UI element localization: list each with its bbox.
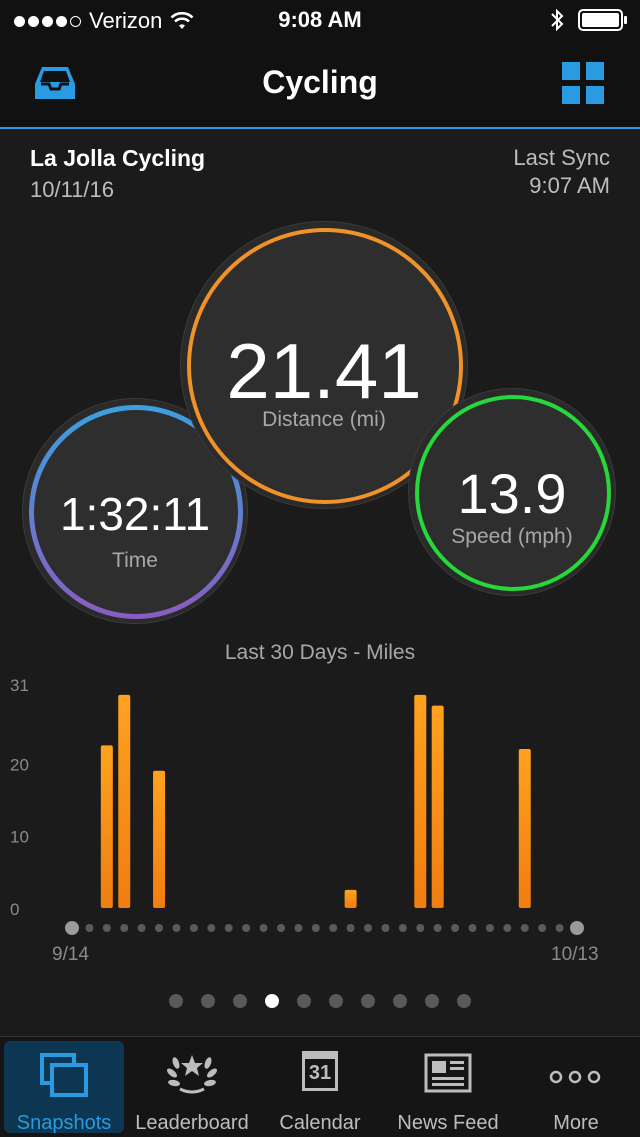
calendar-day: 31 xyxy=(308,1062,332,1084)
day-dot xyxy=(311,924,320,932)
y-tick-label: 20 xyxy=(10,755,29,774)
day-dot xyxy=(555,924,564,932)
laurel-icon xyxy=(167,1055,217,1094)
battery-icon xyxy=(578,9,627,31)
page-indicator[interactable] xyxy=(0,992,640,1010)
grid-icon[interactable] xyxy=(562,62,604,104)
distance-label: Distance (mi) xyxy=(262,408,386,431)
tab-leaderboard[interactable]: Leaderboard xyxy=(128,1037,256,1137)
pager-dot[interactable] xyxy=(201,994,215,1008)
tab-label: News Feed xyxy=(397,1112,499,1134)
status-right xyxy=(550,8,628,32)
time-value: 1:32:11 xyxy=(59,488,211,540)
y-tick-label: 0 xyxy=(10,900,19,919)
pager-dot[interactable] xyxy=(329,994,343,1008)
y-tick-label: 31 xyxy=(10,676,29,695)
day-dot xyxy=(172,924,181,932)
miles-chart[interactable]: 0 10 20 31 9/14 10/13 xyxy=(0,670,640,970)
speed-value: 13.9 xyxy=(457,462,567,525)
chart-bar xyxy=(153,770,166,908)
day-dot xyxy=(242,924,251,932)
day-dot xyxy=(364,924,373,932)
day-dot xyxy=(85,924,94,932)
day-dot xyxy=(329,924,338,932)
page-title: Cycling xyxy=(262,64,378,100)
tab-label: Leaderboard xyxy=(135,1112,249,1134)
day-dot xyxy=(276,924,285,932)
last-sync-time: 9:07 AM xyxy=(529,173,610,198)
speed-label: Speed (mph) xyxy=(451,525,573,548)
activity-header: La Jolla Cycling 10/11/16 Last Sync 9:07… xyxy=(0,129,640,219)
day-dot xyxy=(538,924,547,932)
pager-dot[interactable] xyxy=(169,994,183,1008)
day-dot xyxy=(346,924,355,932)
speed-metric[interactable]: 13.9 Speed (mph) xyxy=(408,388,616,596)
bluetooth-icon xyxy=(551,8,564,32)
pager-dot[interactable] xyxy=(425,994,439,1008)
day-dot xyxy=(433,924,442,932)
chart-title: Last 30 Days - Miles xyxy=(224,641,416,664)
day-dot xyxy=(468,924,477,932)
status-bar: Verizon 9:08 AM xyxy=(0,0,640,40)
tab-calendar[interactable]: 31 Calendar xyxy=(256,1037,384,1137)
y-tick-label: 10 xyxy=(10,828,29,847)
tab-bar: Snapshots Leaderboard 31 Calendar News F… xyxy=(0,1036,640,1137)
pager-dot[interactable] xyxy=(297,994,311,1008)
tab-label: More xyxy=(553,1112,599,1134)
snapshots-icon xyxy=(40,1053,88,1097)
day-dot xyxy=(381,924,390,932)
distance-value: 21.41 xyxy=(226,327,422,415)
more-icon xyxy=(549,1070,601,1084)
day-dot xyxy=(570,921,584,935)
tab-snapshots[interactable]: Snapshots xyxy=(4,1041,124,1134)
status-time: 9:08 AM xyxy=(278,7,362,32)
day-dot xyxy=(520,924,529,932)
chart-bar xyxy=(518,749,531,908)
day-dot xyxy=(398,924,407,932)
pager-dot[interactable] xyxy=(393,994,407,1008)
tab-label: Calendar xyxy=(279,1112,361,1134)
chart-bar xyxy=(100,745,113,908)
day-dot xyxy=(120,924,129,932)
chart-bar xyxy=(344,889,357,908)
day-dot xyxy=(102,924,111,932)
day-dot xyxy=(451,924,460,932)
day-dot xyxy=(65,921,79,935)
chart-bar xyxy=(414,694,427,908)
tab-label: Snapshots xyxy=(16,1112,112,1134)
day-dot xyxy=(224,924,233,932)
activity-date: 10/11/16 xyxy=(30,177,115,202)
chart-bar xyxy=(118,694,131,908)
x-label-start: 9/14 xyxy=(52,944,89,965)
day-dot xyxy=(155,924,164,932)
day-dot xyxy=(259,924,268,932)
day-dot xyxy=(207,924,216,932)
day-dot xyxy=(137,924,146,932)
pager-dot-active[interactable] xyxy=(265,994,279,1008)
activity-name: La Jolla Cycling xyxy=(30,145,206,171)
day-dot xyxy=(416,924,425,932)
day-dot xyxy=(294,924,303,932)
newspaper-icon xyxy=(424,1053,472,1093)
day-dot xyxy=(189,924,198,932)
tab-more[interactable]: More xyxy=(512,1037,640,1137)
time-label: Time xyxy=(112,549,158,572)
calendar-icon: 31 xyxy=(256,1051,384,1091)
last-sync-label: Last Sync xyxy=(513,145,610,170)
pager-dot[interactable] xyxy=(233,994,247,1008)
chart-bar xyxy=(431,705,444,908)
pager-dot[interactable] xyxy=(457,994,471,1008)
pager-dot[interactable] xyxy=(361,994,375,1008)
nav-bar: Cycling xyxy=(0,40,640,129)
x-label-end: 10/13 xyxy=(551,944,599,965)
day-dot xyxy=(485,924,494,932)
tab-news-feed[interactable]: News Feed xyxy=(384,1037,512,1137)
day-dot xyxy=(503,924,512,932)
